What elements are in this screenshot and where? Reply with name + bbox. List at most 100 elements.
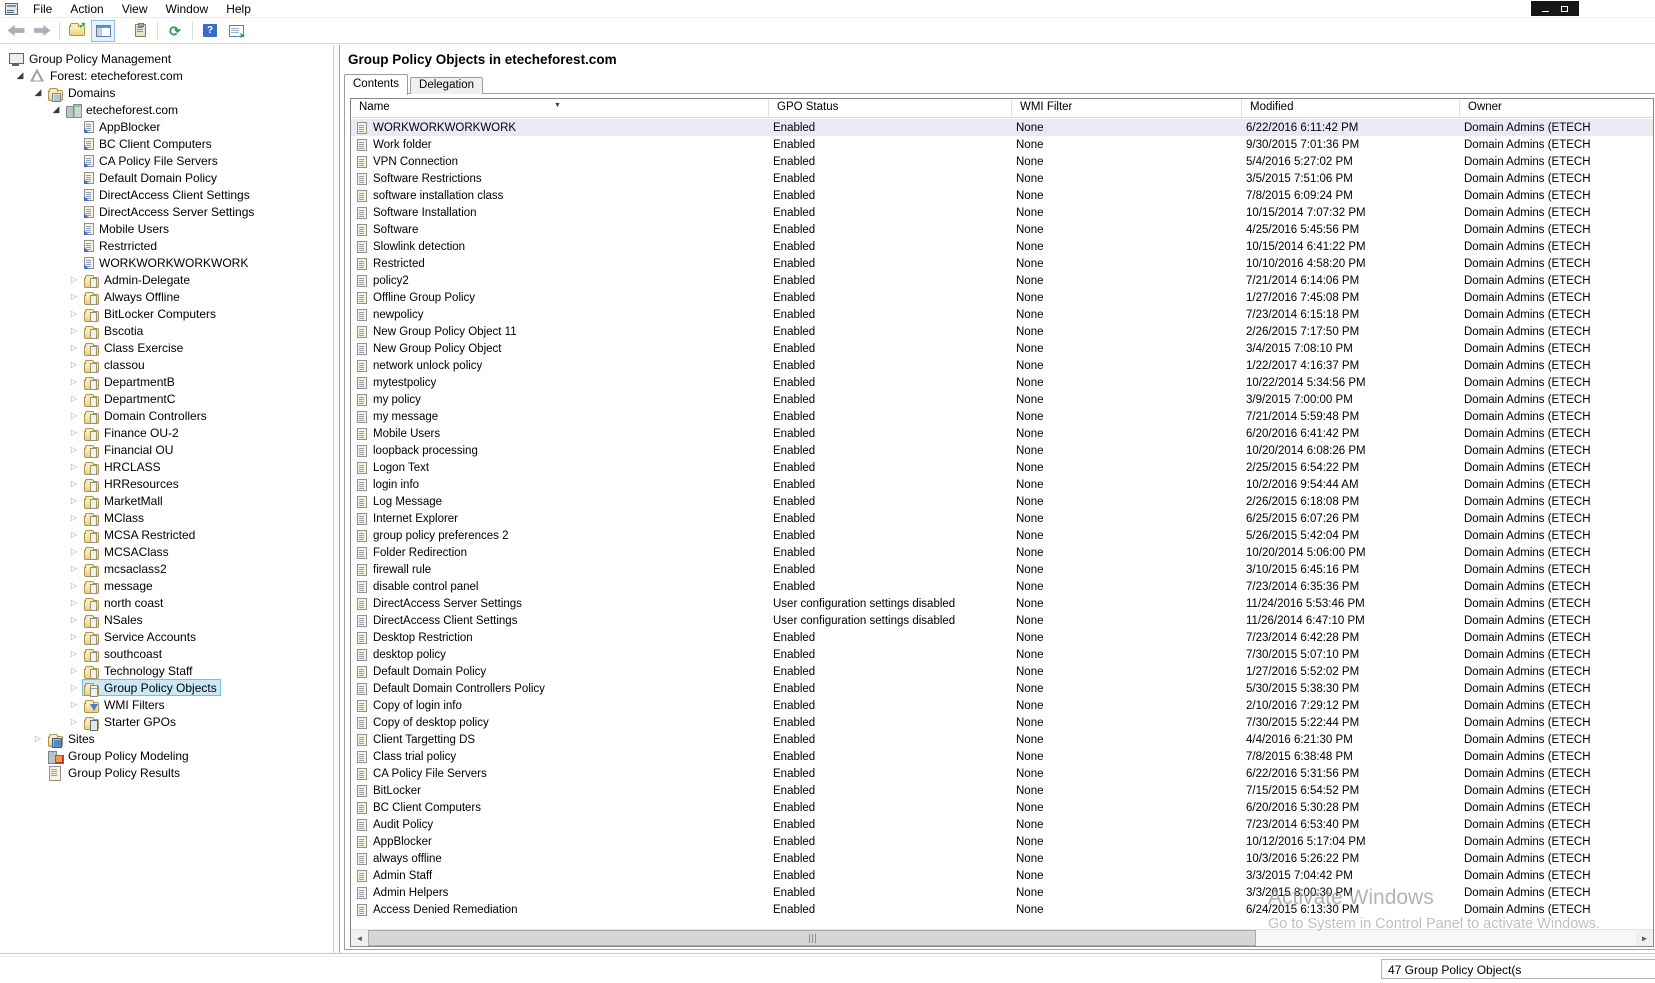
- table-row[interactable]: Class trial policy Enabled None 7/8/2015…: [351, 748, 1653, 765]
- table-row[interactable]: VPN Connection Enabled None 5/4/2016 5:2…: [351, 153, 1653, 170]
- table-row[interactable]: Restricted Enabled None 10/10/2016 4:58:…: [351, 255, 1653, 272]
- table-row[interactable]: Software Restrictions Enabled None 3/5/2…: [351, 170, 1653, 187]
- table-row[interactable]: Default Domain Policy Enabled None 1/27/…: [351, 663, 1653, 680]
- tree-item[interactable]: ▷ Domain Controllers: [0, 407, 333, 424]
- expander-icon[interactable]: ◢: [12, 67, 28, 84]
- tree-item[interactable]: ▷ Admin-Delegate: [0, 271, 333, 288]
- tree-item[interactable]: ▷ Technology Staff: [0, 662, 333, 679]
- expander-icon[interactable]: ▷: [66, 339, 82, 356]
- table-row[interactable]: Logon Text Enabled None 2/25/2015 6:54:2…: [351, 459, 1653, 476]
- tree-item[interactable]: ▷ Financial OU: [0, 441, 333, 458]
- expander-icon[interactable]: ▷: [66, 305, 82, 322]
- table-row[interactable]: Copy of login info Enabled None 2/10/201…: [351, 697, 1653, 714]
- tree-item[interactable]: ▷ WMI Filters: [0, 696, 333, 713]
- help-button[interactable]: ?: [198, 20, 222, 42]
- tree-item[interactable]: ▷ MarketMall: [0, 492, 333, 509]
- tree-item[interactable]: ▷ DepartmentC: [0, 390, 333, 407]
- tree-item[interactable]: Group Policy Management: [0, 50, 333, 67]
- table-row[interactable]: Log Message Enabled None 2/26/2015 6:18:…: [351, 493, 1653, 510]
- tree-item[interactable]: ▷ Bscotia: [0, 322, 333, 339]
- tree-item[interactable]: DirectAccess Client Settings: [0, 186, 333, 203]
- tree-item[interactable]: Group Policy Modeling: [0, 747, 333, 764]
- menu-action[interactable]: Action: [61, 0, 112, 18]
- scroll-right-button[interactable]: ►: [1636, 930, 1653, 946]
- menu-window[interactable]: Window: [157, 0, 218, 18]
- tab-delegation[interactable]: Delegation: [410, 77, 483, 94]
- forward-button[interactable]: [30, 20, 54, 42]
- tree-item[interactable]: ◢ Forest: etecheforest.com: [0, 67, 333, 84]
- menu-view[interactable]: View: [113, 0, 157, 18]
- expander-icon[interactable]: ▷: [66, 356, 82, 373]
- expander-icon[interactable]: ▷: [66, 492, 82, 509]
- tree-item[interactable]: ▷ north coast: [0, 594, 333, 611]
- expander-icon[interactable]: ▷: [66, 713, 82, 730]
- table-row[interactable]: firewall rule Enabled None 3/10/2015 6:4…: [351, 561, 1653, 578]
- table-row[interactable]: policy2 Enabled None 7/21/2014 6:14:06 P…: [351, 272, 1653, 289]
- table-row[interactable]: Client Targetting DS Enabled None 4/4/20…: [351, 731, 1653, 748]
- expander-icon[interactable]: ▷: [66, 271, 82, 288]
- tree-item[interactable]: ▷ Class Exercise: [0, 339, 333, 356]
- scroll-left-button[interactable]: ◄: [351, 930, 368, 946]
- expander-icon[interactable]: ▷: [66, 458, 82, 475]
- expander-icon[interactable]: ▷: [66, 526, 82, 543]
- table-row[interactable]: Software Installation Enabled None 10/15…: [351, 204, 1653, 221]
- expander-icon[interactable]: ▷: [66, 679, 82, 696]
- tree-item[interactable]: ◢ etecheforest.com: [0, 101, 333, 118]
- table-row[interactable]: desktop policy Enabled None 7/30/2015 5:…: [351, 646, 1653, 663]
- expander-icon[interactable]: ▷: [66, 407, 82, 424]
- column-header-owner[interactable]: Owner: [1460, 99, 1653, 117]
- expander-icon[interactable]: ▷: [66, 322, 82, 339]
- scrollbar-thumb[interactable]: [368, 930, 1256, 946]
- tree-item[interactable]: ▷ Service Accounts: [0, 628, 333, 645]
- table-row[interactable]: Software Enabled None 4/25/2016 5:45:56 …: [351, 221, 1653, 238]
- table-row[interactable]: always offline Enabled None 10/3/2016 5:…: [351, 850, 1653, 867]
- table-row[interactable]: Mobile Users Enabled None 6/20/2016 6:41…: [351, 425, 1653, 442]
- expander-icon[interactable]: ▷: [66, 509, 82, 526]
- table-row[interactable]: DirectAccess Server Settings User config…: [351, 595, 1653, 612]
- table-row[interactable]: Offline Group Policy Enabled None 1/27/2…: [351, 289, 1653, 306]
- expander-icon[interactable]: ▷: [66, 390, 82, 407]
- tree-item[interactable]: ▷ Sites: [0, 730, 333, 747]
- tree-item[interactable]: ▷ Finance OU-2: [0, 424, 333, 441]
- tree-item[interactable]: ▷ DepartmentB: [0, 373, 333, 390]
- tree-item[interactable]: ▷ MCSAClass: [0, 543, 333, 560]
- tree-item[interactable]: ▷ HRCLASS: [0, 458, 333, 475]
- tree-item[interactable]: AppBlocker: [0, 118, 333, 135]
- table-row[interactable]: CA Policy File Servers Enabled None 6/22…: [351, 765, 1653, 782]
- expander-icon[interactable]: ▷: [66, 662, 82, 679]
- horizontal-scrollbar[interactable]: ◄ ►: [351, 929, 1653, 946]
- menu-help[interactable]: Help: [217, 0, 260, 18]
- table-row[interactable]: disable control panel Enabled None 7/23/…: [351, 578, 1653, 595]
- menu-file[interactable]: File: [24, 0, 61, 18]
- table-row[interactable]: network unlock policy Enabled None 1/22/…: [351, 357, 1653, 374]
- expander-icon[interactable]: ▷: [30, 730, 46, 747]
- tree-item[interactable]: CA Policy File Servers: [0, 152, 333, 169]
- tree-item[interactable]: BC Client Computers: [0, 135, 333, 152]
- table-row[interactable]: DirectAccess Client Settings User config…: [351, 612, 1653, 629]
- tree-item[interactable]: ▷ HRResources: [0, 475, 333, 492]
- expander-icon[interactable]: ▷: [66, 475, 82, 492]
- expander-icon[interactable]: ▷: [66, 288, 82, 305]
- table-row[interactable]: Access Denied Remediation Enabled None 6…: [351, 901, 1653, 918]
- tree-item[interactable]: ▷ Starter GPOs: [0, 713, 333, 730]
- table-row[interactable]: Internet Explorer Enabled None 6/25/2015…: [351, 510, 1653, 527]
- tree-item[interactable]: ▷ BitLocker Computers: [0, 305, 333, 322]
- expander-icon[interactable]: ◢: [48, 101, 64, 118]
- tree-item[interactable]: ▷ mcsaclass2: [0, 560, 333, 577]
- column-header-modified[interactable]: Modified: [1242, 99, 1460, 117]
- expander-icon[interactable]: ▷: [66, 560, 82, 577]
- table-row[interactable]: mytestpolicy Enabled None 10/22/2014 5:3…: [351, 374, 1653, 391]
- expander-icon[interactable]: ▷: [66, 424, 82, 441]
- table-row[interactable]: group policy preferences 2 Enabled None …: [351, 527, 1653, 544]
- tree-item[interactable]: ▷ Always Offline: [0, 288, 333, 305]
- table-row[interactable]: Default Domain Controllers Policy Enable…: [351, 680, 1653, 697]
- table-row[interactable]: newpolicy Enabled None 7/23/2014 6:15:18…: [351, 306, 1653, 323]
- tab-contents[interactable]: Contents: [344, 74, 408, 95]
- refresh-button[interactable]: ⟳: [163, 20, 187, 42]
- expander-icon[interactable]: ▷: [66, 696, 82, 713]
- table-row[interactable]: Audit Policy Enabled None 7/23/2014 6:53…: [351, 816, 1653, 833]
- tree-item[interactable]: ▷ message: [0, 577, 333, 594]
- panel-splitter[interactable]: [333, 45, 340, 953]
- tree-item[interactable]: Mobile Users: [0, 220, 333, 237]
- expander-icon[interactable]: ▷: [66, 543, 82, 560]
